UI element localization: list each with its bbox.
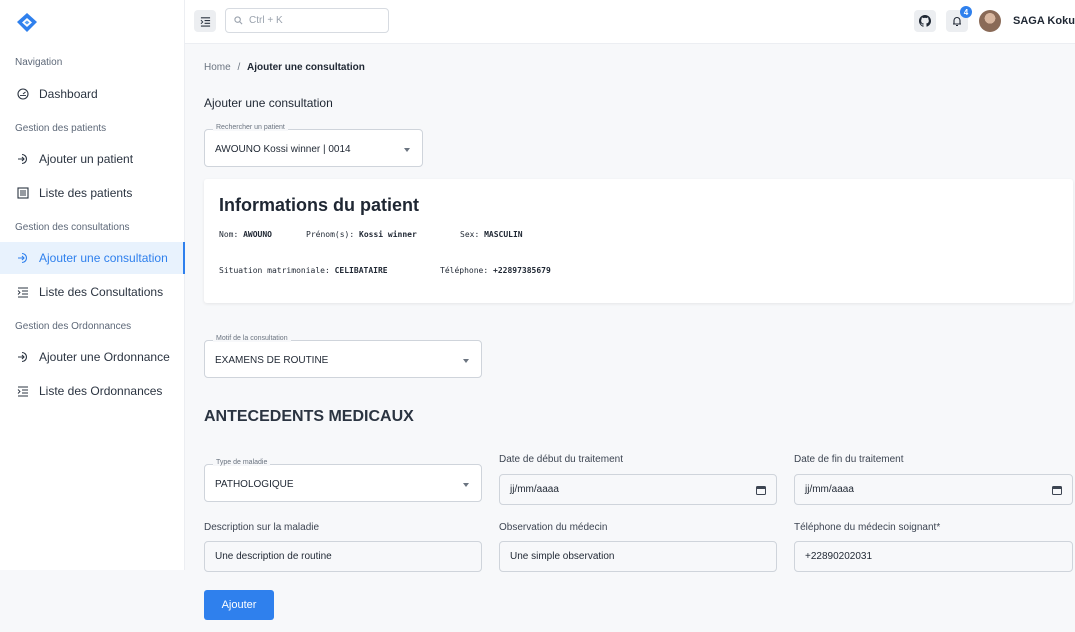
sidebar-item-add-patient[interactable]: Ajouter un patient <box>0 143 185 175</box>
enter-circle-icon <box>17 252 29 264</box>
sidebar-item-add-consultation[interactable]: Ajouter une consultation <box>0 242 185 274</box>
caret-down-icon <box>463 359 469 363</box>
date-fin-input[interactable]: jj/mm/aaaa <box>794 474 1073 505</box>
enter-circle-icon <box>17 153 29 165</box>
antecedents-title: ANTECEDENTS MEDICAUX <box>204 408 414 425</box>
breadcrumb-home[interactable]: Home <box>204 62 231 73</box>
type-maladie-select[interactable]: Type de maladie PATHOLOGIQUE <box>204 459 482 502</box>
sex-label: Sex: <box>460 230 480 239</box>
observation-input[interactable]: Une simple observation <box>499 541 777 572</box>
description-input[interactable]: Une description de routine <box>204 541 482 572</box>
sex-value: MASCULIN <box>484 230 523 239</box>
sidebar-item-label: Dashboard <box>39 87 98 101</box>
search-placeholder: Ctrl + K <box>249 15 283 26</box>
search-input[interactable]: Ctrl + K <box>225 8 389 33</box>
search-icon <box>234 16 243 25</box>
field-value: PATHOLOGIQUE <box>215 479 294 490</box>
tel-medecin-label: Téléphone du médecin soignant* <box>794 522 941 533</box>
card-title: Informations du patient <box>219 195 419 215</box>
avatar[interactable] <box>979 10 1001 32</box>
sidebar: Navigation Dashboard Gestion des patient… <box>0 0 185 570</box>
prenom-label: Prénom(s): <box>306 230 355 239</box>
github-icon <box>919 15 931 27</box>
nom-label: Nom: <box>219 230 239 239</box>
user-name[interactable]: SAGA Koku <box>1013 15 1075 27</box>
caret-down-icon <box>463 483 469 487</box>
field-value: EXAMENS DE ROUTINE <box>215 355 329 366</box>
breadcrumb-current: Ajouter une consultation <box>247 62 365 73</box>
list-box-icon <box>17 187 29 199</box>
tel-medecin-value: +22890202031 <box>805 551 873 562</box>
add-consultation-button[interactable]: Ajouter <box>204 590 274 620</box>
indent-list-icon <box>17 385 29 397</box>
patient-prenom: Prénom(s): Kossi winner <box>306 230 417 239</box>
nav-section-ordonnances: Gestion des Ordonnances <box>15 321 132 332</box>
calendar-icon[interactable] <box>1052 485 1062 498</box>
enter-circle-icon <box>17 351 29 363</box>
toggle-sidebar-button[interactable] <box>194 10 216 32</box>
sidebar-item-label: Liste des Consultations <box>39 285 164 299</box>
field-label: Motif de la consultation <box>213 335 291 342</box>
description-label: Description sur la maladie <box>204 522 320 533</box>
date-fin-placeholder: jj/mm/aaaa <box>805 484 854 495</box>
prenom-value: Kossi winner <box>359 230 417 239</box>
indent-list-icon <box>17 286 29 298</box>
app-logo-icon[interactable] <box>15 11 39 35</box>
patient-telephone: Téléphone: +22897385679 <box>440 266 551 275</box>
field-label: Type de maladie <box>213 459 271 466</box>
telephone-value: +22897385679 <box>493 266 551 275</box>
sidebar-item-list-ordonnances[interactable]: Liste des Ordonnances <box>0 375 185 407</box>
telephone-label: Téléphone: <box>440 266 489 275</box>
patient-sex: Sex: MASCULIN <box>460 230 523 239</box>
motif-consultation-select[interactable]: Motif de la consultation EXAMENS DE ROUT… <box>204 335 482 378</box>
notification-count-badge: 4 <box>960 6 972 18</box>
notifications-button[interactable]: 4 <box>946 6 972 32</box>
sidebar-item-label: Liste des patients <box>39 186 133 200</box>
date-fin-label: Date de fin du traitement <box>794 454 904 465</box>
breadcrumb-separator: / <box>237 62 241 73</box>
date-debut-input[interactable]: jj/mm/aaaa <box>499 474 777 505</box>
date-debut-placeholder: jj/mm/aaaa <box>510 484 559 495</box>
sidebar-item-label: Liste des Ordonnances <box>39 384 163 398</box>
sidebar-item-list-consultations[interactable]: Liste des Consultations <box>0 276 185 308</box>
top-header: Ctrl + K 4 SAGA Koku <box>185 0 1075 44</box>
sidebar-item-dashboard[interactable]: Dashboard <box>0 78 185 110</box>
patient-info-card: Informations du patient Nom: AWOUNO Prén… <box>204 179 1073 303</box>
page-title: Ajouter une consultation <box>204 96 333 110</box>
situation-value: CELIBATAIRE <box>334 266 388 275</box>
field-value: AWOUNO Kossi winner | 0014 <box>215 144 351 155</box>
observation-label: Observation du médecin <box>499 522 608 533</box>
calendar-icon[interactable] <box>756 485 766 498</box>
sidebar-item-add-ordonnance[interactable]: Ajouter une Ordonnance <box>0 341 185 373</box>
tel-medecin-input[interactable]: +22890202031 <box>794 541 1073 572</box>
bell-icon <box>953 17 961 27</box>
github-button[interactable] <box>914 10 936 32</box>
sidebar-item-label: Ajouter une consultation <box>39 251 168 265</box>
field-label: Rechercher un patient <box>213 124 288 131</box>
nav-section-consultations: Gestion des consultations <box>15 222 130 233</box>
patient-situation: Situation matrimoniale: CELIBATAIRE <box>219 266 388 275</box>
caret-down-icon <box>404 148 410 152</box>
situation-label: Situation matrimoniale: <box>219 266 330 275</box>
patient-nom: Nom: AWOUNO <box>219 230 272 239</box>
description-value: Une description de routine <box>215 551 332 562</box>
dashboard-gauge-icon <box>17 88 29 100</box>
breadcrumb: Home / Ajouter une consultation <box>204 62 365 73</box>
date-debut-label: Date de début du traitement <box>499 454 623 465</box>
menu-indent-icon <box>200 16 210 27</box>
patient-search-select[interactable]: Rechercher un patient AWOUNO Kossi winne… <box>204 124 423 167</box>
sidebar-item-label: Ajouter un patient <box>39 152 134 166</box>
nav-section-navigation: Navigation <box>15 57 63 68</box>
sidebar-item-list-patients[interactable]: Liste des patients <box>0 177 185 209</box>
nav-section-patients: Gestion des patients <box>15 123 107 134</box>
nom-value: AWOUNO <box>243 230 272 239</box>
sidebar-item-label: Ajouter une Ordonnance <box>39 350 170 364</box>
observation-value: Une simple observation <box>510 551 615 562</box>
